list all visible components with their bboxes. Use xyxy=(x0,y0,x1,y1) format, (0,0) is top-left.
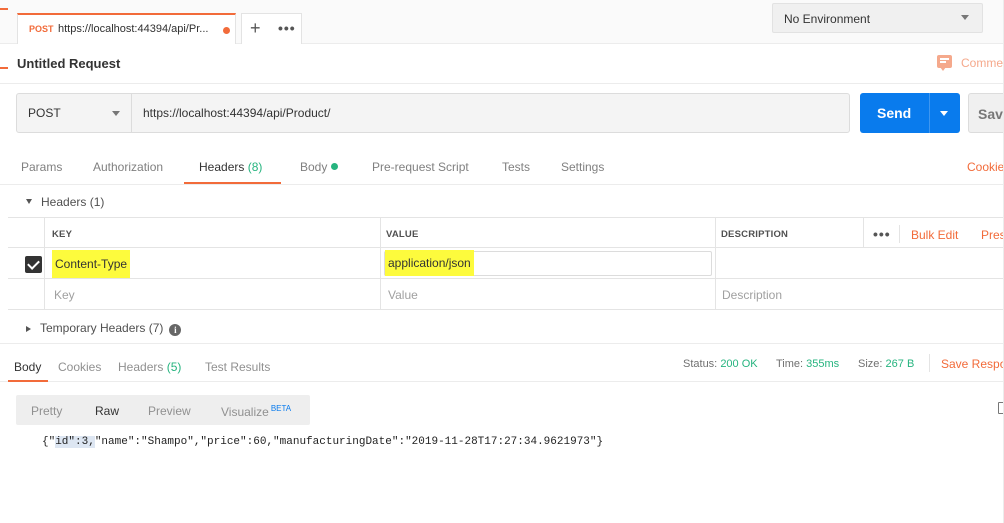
new-header-key-input[interactable]: Key xyxy=(54,288,75,302)
header-enabled-checkbox[interactable] xyxy=(25,256,42,273)
view-mode-visualize-label: Visualize xyxy=(221,405,269,419)
response-tab-headers-label: Headers xyxy=(118,360,164,374)
send-button[interactable]: Send xyxy=(860,93,960,133)
status-label: Status: xyxy=(683,358,718,370)
request-tab-method: POST xyxy=(29,24,54,34)
view-mode-preview[interactable]: Preview xyxy=(148,404,191,418)
response-body-text[interactable]: {"id":3,"name":"Shampo","price":60,"manu… xyxy=(42,436,603,448)
response-body-prefix: {" xyxy=(42,436,56,448)
temporary-headers-title: Temporary Headers (7) xyxy=(40,321,164,335)
sidebar-edge-marker xyxy=(0,8,8,10)
presets-link[interactable]: Pres xyxy=(981,228,1004,242)
sidebar-edge-marker xyxy=(0,67,8,69)
environment-select-value: No Environment xyxy=(784,12,871,26)
response-time[interactable]: Time: 355ms xyxy=(776,358,839,370)
view-mode-visualize[interactable]: Visualize BETA xyxy=(221,404,291,419)
tab-headers-label: Headers xyxy=(199,160,245,174)
caret-down-icon xyxy=(26,199,32,204)
time-label: Time: xyxy=(776,358,804,370)
divider xyxy=(0,83,1004,84)
save-button-label: Save xyxy=(978,106,1004,122)
save-response-button[interactable]: Save Respo xyxy=(941,357,1004,371)
request-tab[interactable]: POST https://localhost:44394/api/Pr... xyxy=(17,13,236,44)
tab-pre-request-script[interactable]: Pre-request Script xyxy=(372,160,469,174)
response-status: Status: 200 OK xyxy=(683,358,758,370)
headers-section-title: Headers (1) xyxy=(41,195,105,209)
response-tab-headers[interactable]: Headers (5) xyxy=(118,360,181,374)
active-tab-indicator xyxy=(8,380,48,382)
tab-headers-count: (8) xyxy=(247,160,263,174)
tab-settings[interactable]: Settings xyxy=(561,160,604,174)
body-set-indicator-dot xyxy=(331,163,339,170)
tab-options-button[interactable]: ••• xyxy=(278,21,296,35)
response-tab-cookies[interactable]: Cookies xyxy=(58,360,101,374)
response-body-rest: "name":"Shampo","price":60,"manufacturin… xyxy=(94,436,604,448)
caret-right-icon xyxy=(26,326,31,332)
tab-actions: + ••• xyxy=(241,13,302,44)
url-bar xyxy=(16,93,850,133)
response-tab-test-results[interactable]: Test Results xyxy=(205,360,270,374)
request-tab-title: https://localhost:44394/api/Pr... xyxy=(58,23,209,35)
tab-authorization[interactable]: Authorization xyxy=(93,160,163,174)
info-icon[interactable]: i xyxy=(169,324,182,336)
beta-badge: BETA xyxy=(270,404,292,413)
temporary-headers-toggle[interactable]: Temporary Headers (7) i xyxy=(26,321,182,336)
time-value: 355ms xyxy=(806,358,840,370)
column-header-description: DESCRIPTION xyxy=(721,229,789,240)
new-tab-button[interactable]: + xyxy=(250,18,261,38)
response-tab-headers-count: (5) xyxy=(166,360,182,374)
column-header-value: VALUE xyxy=(386,229,419,240)
tab-tests[interactable]: Tests xyxy=(502,160,530,174)
view-mode-raw[interactable]: Raw xyxy=(95,404,119,418)
bulk-edit-link[interactable]: Bulk Edit xyxy=(911,228,958,242)
save-button[interactable]: Save xyxy=(968,93,1004,133)
new-header-value-input[interactable]: Value xyxy=(388,288,418,302)
header-key-input[interactable]: Content-Type xyxy=(52,250,131,278)
tab-body[interactable]: Body xyxy=(300,160,339,174)
tab-params[interactable]: Params xyxy=(21,160,62,174)
tab-body-label: Body xyxy=(300,160,328,174)
response-tab-body[interactable]: Body xyxy=(14,360,41,374)
column-divider xyxy=(380,218,381,310)
response-body-selection: id":3, xyxy=(55,436,95,448)
cookies-link[interactable]: Cookie xyxy=(967,160,1004,174)
send-options-chevron-icon[interactable] xyxy=(940,111,948,116)
comments-label: Comme xyxy=(961,56,1004,70)
chevron-down-icon xyxy=(961,15,969,20)
size-value: 267 B xyxy=(885,358,915,370)
headers-section-toggle[interactable]: Headers (1) xyxy=(26,195,104,209)
column-divider xyxy=(44,218,45,310)
header-value-input[interactable]: application/json xyxy=(385,250,474,276)
method-select-value: POST xyxy=(28,106,61,120)
column-divider xyxy=(715,218,716,310)
column-header-key: KEY xyxy=(52,229,73,240)
send-button-label: Send xyxy=(877,105,912,121)
tab-headers[interactable]: Headers (8) xyxy=(199,160,262,174)
new-header-description-input[interactable]: Description xyxy=(722,288,782,302)
divider xyxy=(0,184,1004,185)
column-divider xyxy=(863,218,864,248)
environment-select[interactable]: No Environment xyxy=(772,3,983,33)
chevron-down-icon xyxy=(112,111,120,116)
method-select[interactable]: POST xyxy=(17,94,132,132)
url-input[interactable]: https://localhost:44394/api/Product/ xyxy=(143,106,330,120)
request-name[interactable]: Untitled Request xyxy=(17,56,120,71)
response-size[interactable]: Size: 267 B xyxy=(858,358,914,370)
headers-more-options-button[interactable]: ••• xyxy=(873,226,891,242)
unsaved-changes-dot xyxy=(223,27,230,34)
view-mode-pretty[interactable]: Pretty xyxy=(31,404,62,418)
status-value: 200 OK xyxy=(720,358,758,370)
size-label: Size: xyxy=(858,358,883,370)
